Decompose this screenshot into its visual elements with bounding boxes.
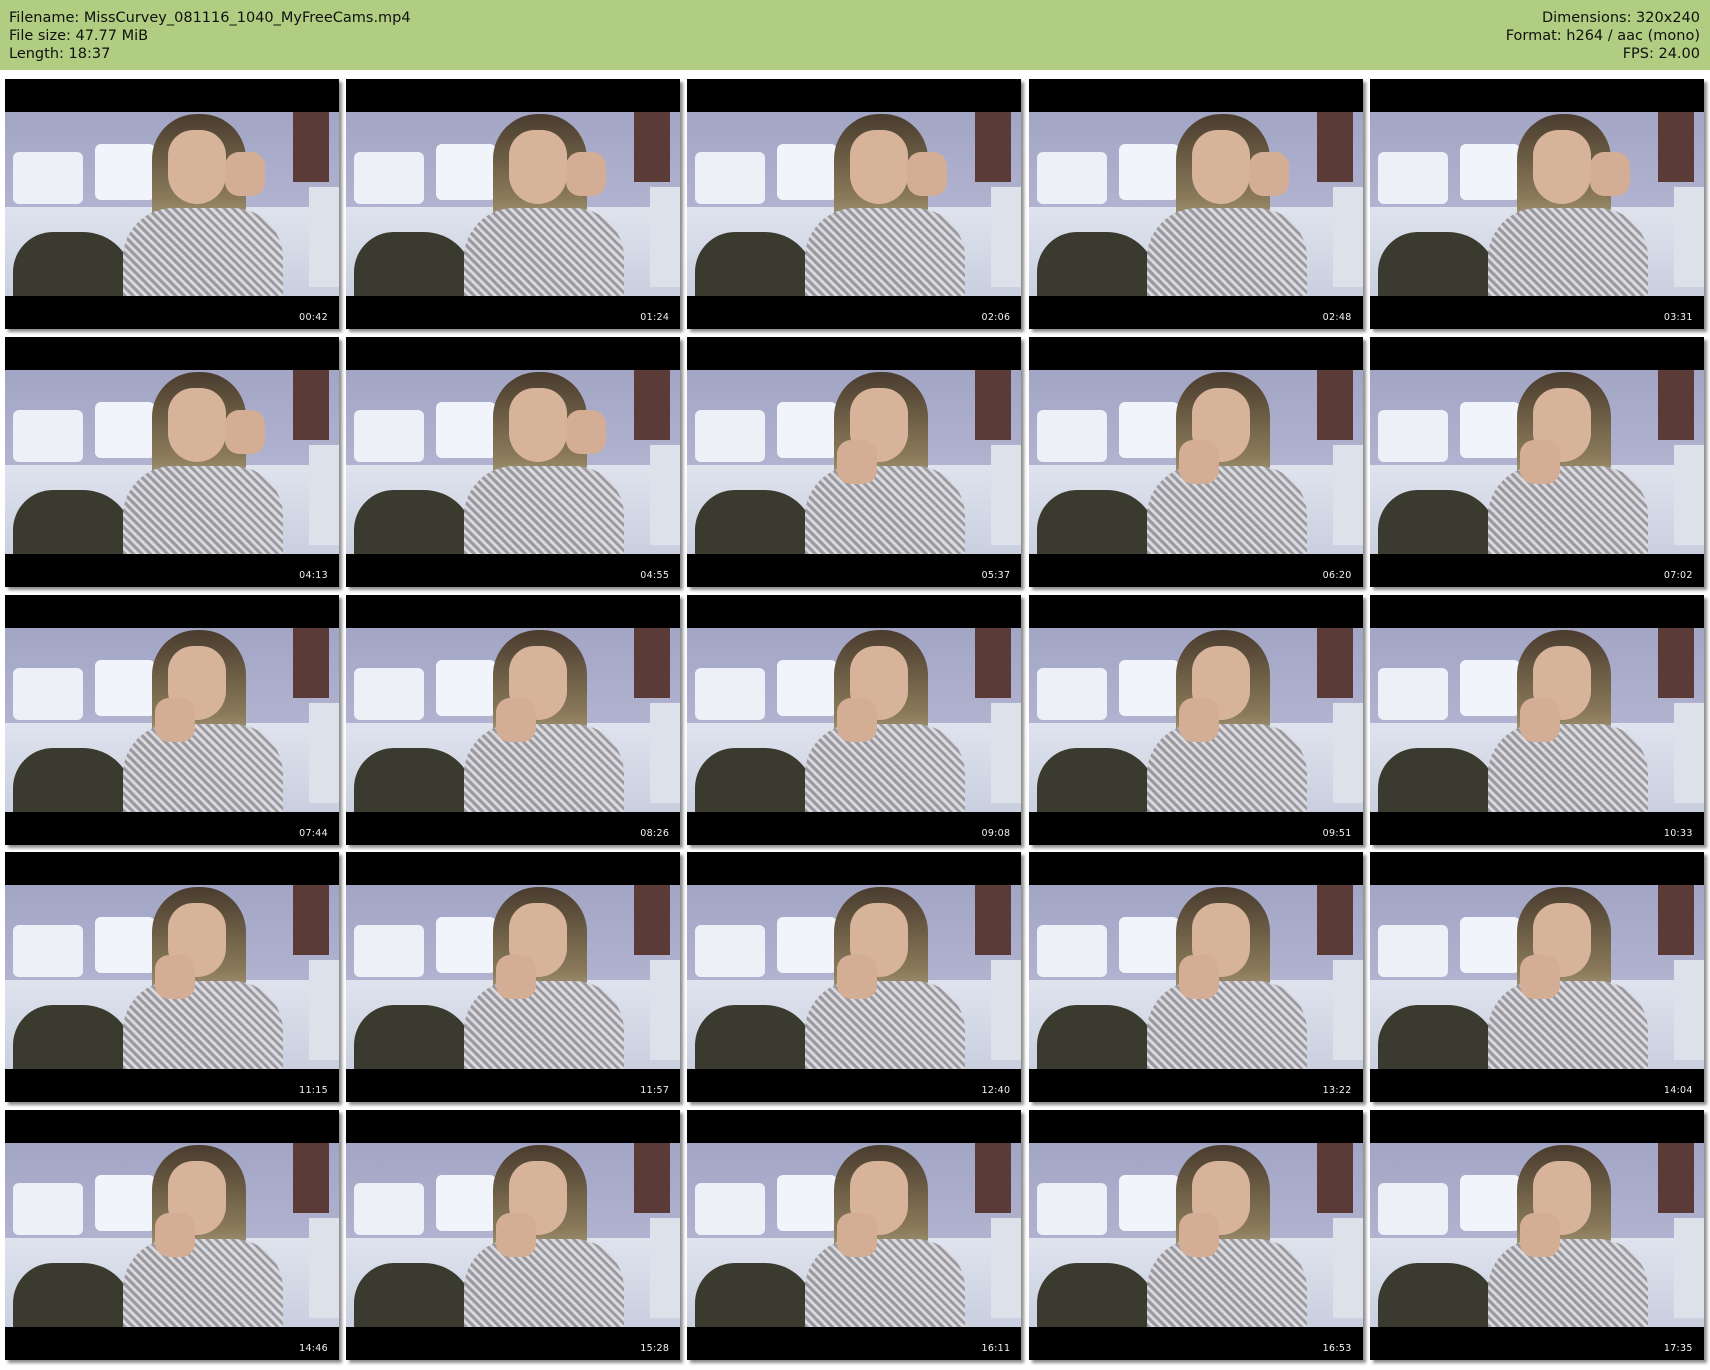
video-thumbnail: 13:22: [1028, 852, 1363, 1103]
video-thumbnail: 01:24: [346, 79, 681, 329]
timestamp-label: 16:11: [981, 1343, 1011, 1355]
video-frame-image: [5, 369, 339, 554]
video-frame-image: [1369, 885, 1704, 1070]
timestamp-label: 17:35: [1663, 1343, 1693, 1355]
timestamp-label: 10:33: [1663, 827, 1693, 839]
video-thumbnail: 08:26: [346, 594, 681, 845]
video-thumbnail: 06:20: [1028, 336, 1363, 587]
video-thumbnail: 03:31: [1369, 79, 1704, 329]
video-thumbnail: 07:44: [5, 594, 339, 845]
video-frame-image: [346, 1143, 681, 1328]
timestamp-label: 06:20: [1322, 569, 1352, 581]
video-frame-image: [1028, 1143, 1363, 1328]
video-frame-image: [1369, 112, 1704, 296]
video-thumbnail: 11:57: [346, 852, 681, 1103]
video-thumbnail: 14:04: [1369, 852, 1704, 1103]
video-frame-image: [346, 369, 681, 554]
video-thumbnail: 02:06: [687, 79, 1022, 329]
video-thumbnail: 07:02: [1369, 336, 1704, 587]
timestamp-label: 14:04: [1663, 1085, 1693, 1097]
video-frame-image: [687, 112, 1022, 296]
meta-left: Filename: MissCurvey_081116_1040_MyFreeC…: [9, 9, 411, 63]
timestamp-label: 09:51: [1322, 827, 1352, 839]
video-frame-image: [346, 885, 681, 1070]
video-thumbnail: 16:11: [687, 1110, 1022, 1361]
video-thumbnail: 11:15: [5, 852, 339, 1103]
video-thumbnail: 17:35: [1369, 1110, 1704, 1361]
video-thumbnail: 12:40: [687, 852, 1022, 1103]
video-frame-image: [5, 1143, 339, 1328]
video-frame-image: [687, 369, 1022, 554]
video-frame-image: [346, 112, 681, 296]
video-thumbnail: 05:37: [687, 336, 1022, 587]
timestamp-label: 07:44: [299, 827, 328, 839]
file-size-text: File size: 47.77 MiB: [9, 28, 149, 44]
video-frame-image: [1369, 627, 1704, 812]
video-thumbnail: 09:51: [1028, 594, 1363, 845]
meta-right: Dimensions: 320x240 Format: h264 / aac (…: [1506, 9, 1700, 63]
timestamp-label: 04:13: [299, 569, 328, 581]
video-frame-image: [1028, 369, 1363, 554]
fps-text: FPS: 24.00: [1622, 46, 1700, 62]
timestamp-label: 04:55: [640, 569, 670, 581]
video-frame-image: [5, 112, 339, 296]
timestamp-label: 14:46: [299, 1343, 328, 1355]
video-frame-image: [1028, 112, 1363, 296]
video-thumbnail: 15:28: [346, 1110, 681, 1361]
timestamp-label: 16:53: [1322, 1343, 1352, 1355]
timestamp-label: 02:48: [1322, 312, 1352, 323]
video-frame-image: [1028, 627, 1363, 812]
video-frame-image: [1369, 369, 1704, 554]
timestamp-label: 08:26: [640, 827, 670, 839]
timestamp-label: 02:06: [981, 312, 1011, 323]
dimensions-text: Dimensions: 320x240: [1541, 10, 1700, 26]
video-thumbnail: 10:33: [1369, 594, 1704, 845]
video-frame-image: [687, 885, 1022, 1070]
video-thumbnail: 04:13: [5, 336, 339, 587]
timestamp-label: 07:02: [1663, 569, 1693, 581]
video-thumbnail: 00:42: [5, 79, 339, 329]
video-thumbnail: 09:08: [687, 594, 1022, 845]
timestamp-label: 11:15: [299, 1085, 328, 1097]
timestamp-label: 11:57: [640, 1085, 670, 1097]
timestamp-label: 15:28: [640, 1343, 670, 1355]
video-thumbnail: 02:48: [1028, 79, 1363, 329]
video-frame-image: [5, 627, 339, 812]
timestamp-label: 12:40: [981, 1085, 1011, 1097]
timestamp-label: 01:24: [640, 312, 670, 323]
timestamp-label: 00:42: [299, 312, 328, 323]
timestamp-label: 09:08: [981, 827, 1011, 839]
timestamp-label: 03:31: [1663, 312, 1693, 323]
video-frame-image: [5, 885, 339, 1070]
thumbnail-grid: 00:42 01:24 02:06 02:48 03:31 04:13 04:55 05:37…: [5, 79, 1704, 1361]
video-thumbnail: 16:53: [1028, 1110, 1363, 1361]
info-header: Filename: MissCurvey_081116_1040_MyFreeC…: [0, 0, 1710, 70]
length-text: Length: 18:37: [9, 46, 111, 62]
video-frame-image: [687, 1143, 1022, 1328]
video-frame-image: [346, 627, 681, 812]
video-thumbnail: 14:46: [5, 1110, 339, 1361]
timestamp-label: 05:37: [981, 569, 1011, 581]
video-frame-image: [1028, 885, 1363, 1070]
format-text: Format: h264 / aac (mono): [1505, 28, 1700, 44]
video-thumbnail: 04:55: [346, 336, 681, 587]
video-frame-image: [1369, 1143, 1704, 1328]
timestamp-label: 13:22: [1322, 1085, 1352, 1097]
filename-text: Filename: MissCurvey_081116_1040_MyFreeC…: [9, 10, 411, 26]
video-frame-image: [687, 627, 1022, 812]
